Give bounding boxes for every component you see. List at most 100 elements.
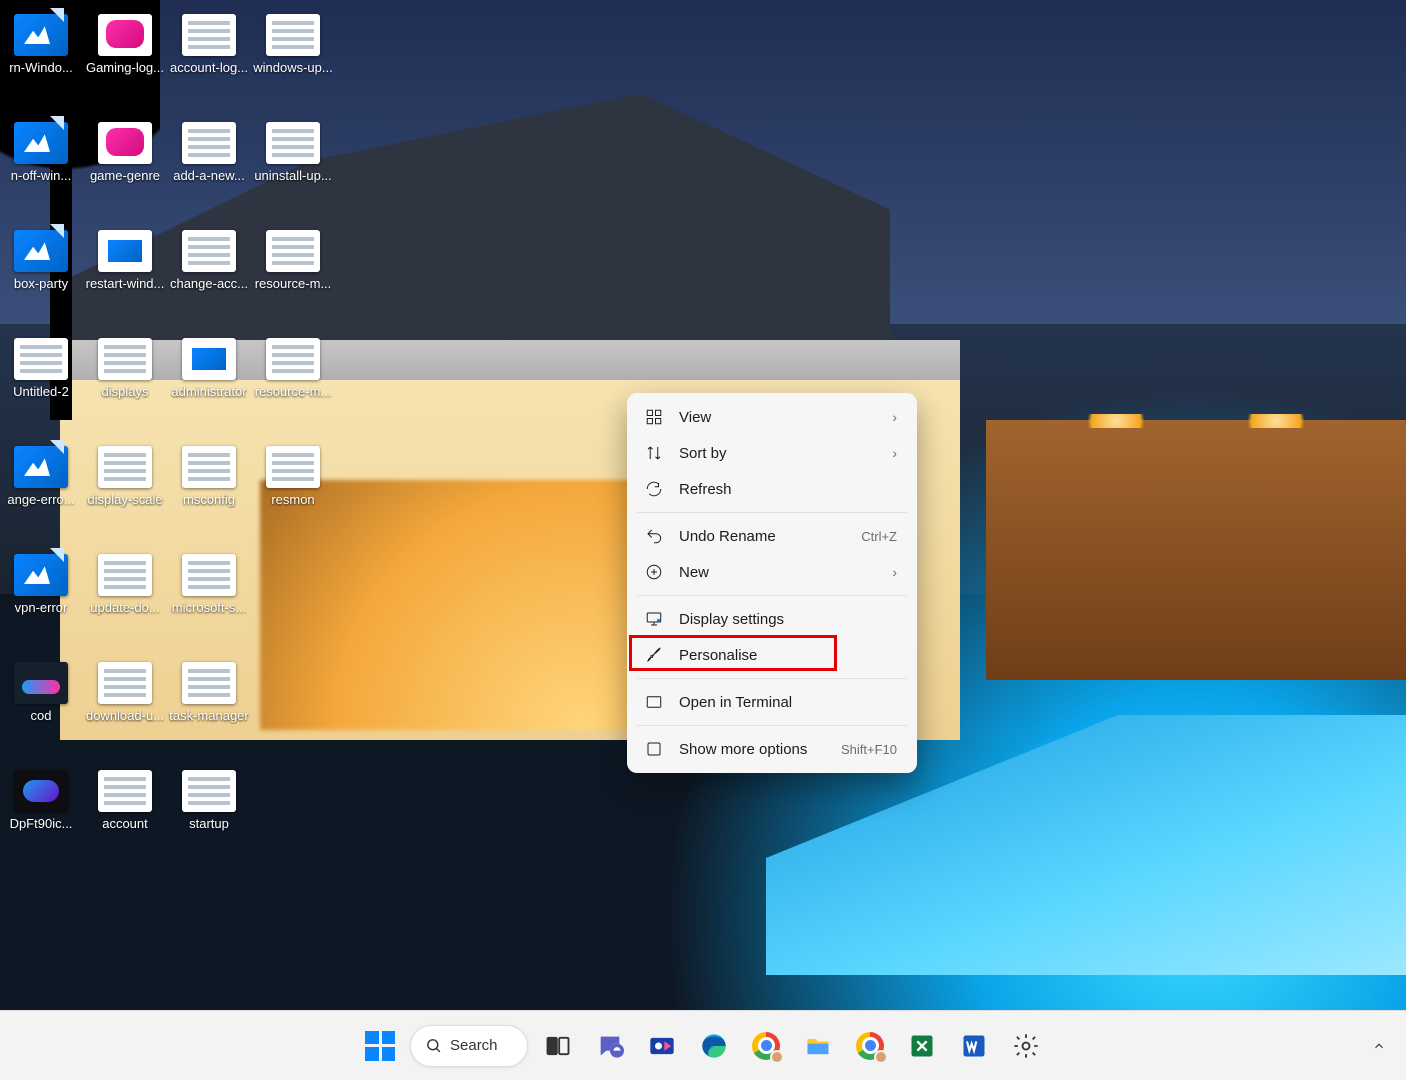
- display-icon: [645, 610, 663, 628]
- context-menu-label: Refresh: [679, 481, 897, 498]
- chrome-button[interactable]: [744, 1024, 788, 1068]
- context-menu-item-new[interactable]: New ›: [633, 554, 911, 590]
- desktop-icon[interactable]: download-u...: [84, 662, 166, 724]
- context-menu-item-refresh[interactable]: Refresh: [633, 471, 911, 507]
- file-label: add-a-new...: [168, 168, 250, 184]
- chevron-right-icon: ›: [892, 409, 897, 425]
- file-label: ange-erro...: [0, 492, 82, 508]
- windows-logo-icon: [365, 1031, 395, 1061]
- edge-button[interactable]: [692, 1024, 736, 1068]
- context-menu-label: Undo Rename: [679, 528, 853, 545]
- context-menu-label: View: [679, 409, 892, 426]
- desktop-icon[interactable]: displays: [84, 338, 166, 400]
- context-menu-label: Show more options: [679, 741, 833, 758]
- profile-avatar-badge: [770, 1050, 784, 1064]
- tray-overflow-chevron[interactable]: [1366, 1033, 1392, 1059]
- desktop-icon[interactable]: DpFt90ic...: [0, 770, 82, 832]
- desktop-icon[interactable]: box-party: [0, 230, 82, 292]
- context-menu-item-personalise[interactable]: Personalise: [633, 637, 911, 673]
- context-menu-item-display-settings[interactable]: Display settings: [633, 601, 911, 637]
- word-button[interactable]: [952, 1024, 996, 1068]
- file-label: change-acc...: [168, 276, 250, 292]
- file-thumbnail: [98, 122, 152, 164]
- file-label: vpn-error: [0, 600, 82, 616]
- desktop-icon[interactable]: rn-Windo...: [0, 14, 82, 76]
- context-menu-item-open-in-terminal[interactable]: Open in Terminal: [633, 684, 911, 720]
- context-menu-item-show-more-options[interactable]: Show more options Shift+F10: [633, 731, 911, 767]
- desktop-icon[interactable]: update-do...: [84, 554, 166, 616]
- file-thumbnail: [14, 446, 68, 488]
- desktop-icon[interactable]: game-genre: [84, 122, 166, 184]
- desktop-icon[interactable]: vpn-error: [0, 554, 82, 616]
- file-thumbnail: [14, 230, 68, 272]
- file-thumbnail: [14, 554, 68, 596]
- task-view-button[interactable]: [536, 1024, 580, 1068]
- desktop-icon[interactable]: n-off-win...: [0, 122, 82, 184]
- start-button[interactable]: [358, 1024, 402, 1068]
- desktop-icon[interactable]: Gaming-log...: [84, 14, 166, 76]
- file-thumbnail: [182, 14, 236, 56]
- desktop-icon[interactable]: change-acc...: [168, 230, 250, 292]
- desktop-icon[interactable]: microsoft-s...: [168, 554, 250, 616]
- excel-button[interactable]: [900, 1024, 944, 1068]
- chrome2-button[interactable]: [848, 1024, 892, 1068]
- file-label: account-log...: [168, 60, 250, 76]
- file-label: n-off-win...: [0, 168, 82, 184]
- file-thumbnail: [266, 338, 320, 380]
- file-label: uninstall-up...: [252, 168, 334, 184]
- video-editor-button[interactable]: [640, 1024, 684, 1068]
- desktop-icon[interactable]: resource-m...: [252, 230, 334, 292]
- file-label: box-party: [0, 276, 82, 292]
- file-label: resource-m...: [252, 384, 334, 400]
- file-thumbnail: [14, 338, 68, 380]
- desktop-icon[interactable]: display-scale: [84, 446, 166, 508]
- file-label: windows-up...: [252, 60, 334, 76]
- desktop-icon[interactable]: ange-erro...: [0, 446, 82, 508]
- file-thumbnail: [98, 770, 152, 812]
- file-thumbnail: [182, 770, 236, 812]
- desktop-icon[interactable]: Untitled-2: [0, 338, 82, 400]
- new-icon: [645, 563, 663, 581]
- desktop-icon[interactable]: resmon: [252, 446, 334, 508]
- desktop-icon[interactable]: msconfig: [168, 446, 250, 508]
- desktop-icon[interactable]: account-log...: [168, 14, 250, 76]
- desktop-icon[interactable]: cod: [0, 662, 82, 724]
- desktop-icon[interactable]: restart-wind...: [84, 230, 166, 292]
- refresh-icon: [645, 480, 663, 498]
- desktop-icon[interactable]: add-a-new...: [168, 122, 250, 184]
- desktop-icon[interactable]: startup: [168, 770, 250, 832]
- desktop-icon[interactable]: administrator: [168, 338, 250, 400]
- file-label: startup: [168, 816, 250, 832]
- grid-icon: [645, 408, 663, 426]
- context-menu-item-sort-by[interactable]: Sort by ›: [633, 435, 911, 471]
- file-label: display-scale: [84, 492, 166, 508]
- file-label: Gaming-log...: [84, 60, 166, 76]
- chat-button[interactable]: [588, 1024, 632, 1068]
- context-menu-item-undo-rename[interactable]: Undo Rename Ctrl+Z: [633, 518, 911, 554]
- file-label: Untitled-2: [0, 384, 82, 400]
- context-menu-item-view[interactable]: View ›: [633, 399, 911, 435]
- desktop-icon[interactable]: account: [84, 770, 166, 832]
- file-thumbnail: [182, 230, 236, 272]
- taskbar-search[interactable]: Search: [410, 1025, 528, 1067]
- brush-icon: [645, 646, 663, 664]
- desktop-context-menu: View › Sort by › Refresh Undo Rename Ctr…: [627, 393, 917, 773]
- desktop-icon[interactable]: uninstall-up...: [252, 122, 334, 184]
- sort-icon: [645, 444, 663, 462]
- file-thumbnail: [98, 446, 152, 488]
- file-explorer-button[interactable]: [796, 1024, 840, 1068]
- desktop-icon[interactable]: windows-up...: [252, 14, 334, 76]
- more-icon: [645, 740, 663, 758]
- settings-button[interactable]: [1004, 1024, 1048, 1068]
- context-menu-hotkey: Ctrl+Z: [861, 529, 897, 544]
- file-thumbnail: [266, 230, 320, 272]
- desktop-icon[interactable]: task-manager: [168, 662, 250, 724]
- file-label: task-manager: [168, 708, 250, 724]
- terminal-icon: [645, 693, 663, 711]
- desktop-icon[interactable]: resource-m...: [252, 338, 334, 400]
- file-thumbnail: [98, 554, 152, 596]
- file-thumbnail: [182, 554, 236, 596]
- system-tray[interactable]: [1366, 1033, 1392, 1059]
- file-thumbnail: [266, 446, 320, 488]
- file-label: game-genre: [84, 168, 166, 184]
